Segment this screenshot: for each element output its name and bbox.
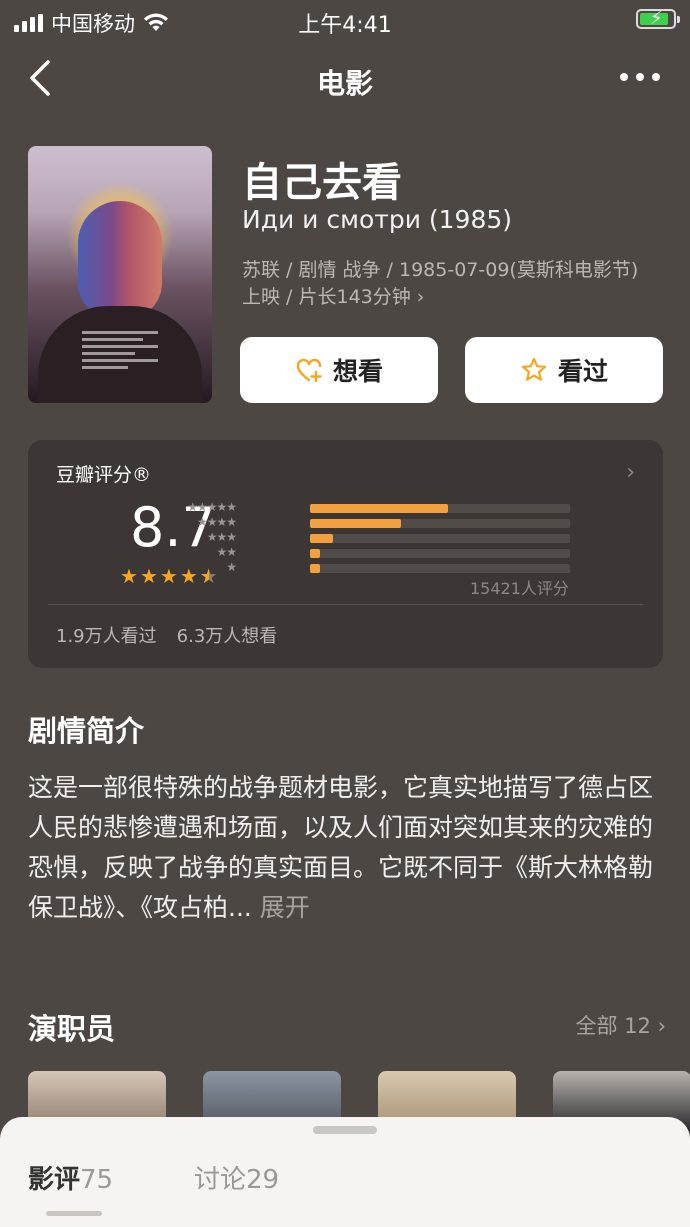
status-bar: 中国移动 上午4:41 ⚡	[0, 0, 690, 40]
cast-title: 演职员	[28, 1012, 116, 1046]
stars-2-icon: ★★	[216, 545, 237, 559]
rating-label: 豆瓣评分®	[56, 464, 152, 486]
star-outline-icon	[521, 357, 547, 381]
tab-count: 29	[246, 1165, 280, 1195]
seen-count: 1.9万人看过	[56, 626, 157, 647]
distribution-bar-1	[310, 564, 321, 573]
divider	[48, 604, 643, 605]
stars-5-icon: ★★★★★	[187, 500, 237, 514]
cast-all-label: 全部 12	[575, 1014, 651, 1038]
distribution-bar-5	[310, 504, 448, 513]
seen-button[interactable]: 看过	[465, 337, 663, 403]
movie-meta-text: 苏联 / 剧情 战争 / 1985-07-09(莫斯科电影节) 上映 / 片长1…	[242, 259, 639, 308]
chevron-right-icon: ›	[626, 460, 635, 485]
tab-indicator	[46, 1211, 102, 1216]
chevron-right-icon: ›	[657, 1014, 666, 1038]
chevron-right-icon: ›	[416, 286, 425, 308]
heart-plus-icon	[296, 358, 322, 383]
tab-reviews[interactable]: 影评75	[28, 1159, 113, 1196]
synopsis-text: 这是一部很特殊的战争题材电影，它真实地描写了德占区人民的悲惨遭遇和场面，以及人们…	[28, 773, 654, 922]
tab-discussions[interactable]: 讨论29	[194, 1159, 279, 1196]
status-time: 上午4:41	[298, 13, 392, 38]
star-full-icon: ★	[139, 564, 158, 588]
rating-count: 15421人评分	[470, 579, 569, 598]
want-count: 6.3万人想看	[176, 626, 278, 647]
bottom-sheet[interactable]: 影评75 讨论29	[0, 1117, 690, 1227]
movie-title: 自己去看	[242, 160, 402, 206]
seen-label: 看过	[557, 357, 608, 386]
watch-stats: 1.9万人看过 6.3万人想看	[56, 622, 277, 648]
movie-original-title: Иди и смотри (1985)	[242, 205, 513, 234]
tab-count: 75	[80, 1165, 114, 1195]
tab-label: 讨论	[194, 1165, 247, 1195]
more-icon[interactable]	[620, 73, 660, 81]
expand-link[interactable]: 展开	[260, 893, 310, 922]
want-to-watch-button[interactable]: 想看	[240, 337, 438, 403]
sheet-grabber[interactable]	[313, 1126, 377, 1134]
distribution-bar-2	[310, 549, 321, 558]
page-title: 电影	[316, 67, 373, 100]
battery-icon: ⚡	[636, 8, 680, 29]
stars-1-icon: ★	[226, 560, 237, 574]
synopsis-body: 这是一部很特殊的战争题材电影，它真实地描写了德占区人民的悲惨遭遇和场面，以及人们…	[28, 768, 663, 928]
rating-card[interactable]: 豆瓣评分® › 8.7 ★ ★ ★ ★ ★ ★ ★★★★ ★ ★★★ ★ ★★ ★ ★ …	[28, 440, 663, 668]
cast-all-link[interactable]: 全部 12 ›	[576, 1010, 667, 1040]
want-label: 想看	[332, 357, 383, 386]
nav-bar: 电影	[0, 48, 690, 108]
synopsis-title: 剧情简介	[28, 714, 145, 748]
stars-4-icon: ★★★★	[196, 515, 237, 529]
distribution-bar-4	[310, 519, 401, 528]
movie-poster[interactable]	[28, 146, 212, 403]
stars-3-icon: ★★★	[206, 530, 237, 544]
star-full-icon: ★	[120, 564, 138, 588]
distribution-bar-3	[310, 534, 334, 543]
tab-label: 影评	[28, 1165, 81, 1195]
movie-meta[interactable]: 苏联 / 剧情 战争 / 1985-07-09(莫斯科电影节) 上映 / 片长1…	[242, 257, 652, 311]
